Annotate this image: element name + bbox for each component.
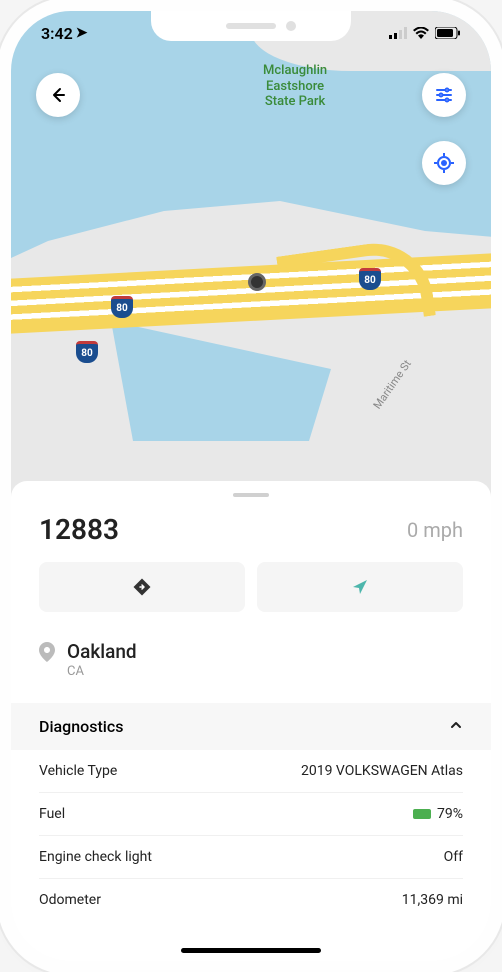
screen: 3:42 ➤ Mclaughl <box>11 11 491 961</box>
diagnostics-toggle[interactable]: Diagnostics <box>11 703 491 750</box>
diag-value: 79% <box>413 806 463 822</box>
diag-label: Vehicle Type <box>39 763 117 779</box>
diag-label: Odometer <box>39 892 101 908</box>
filter-button[interactable] <box>422 73 466 117</box>
park-label-line: Eastshore <box>263 79 327 95</box>
highway-shield-icon: 80 <box>111 296 133 318</box>
location-state: CA <box>67 664 137 679</box>
phone-frame: 3:42 ➤ Mclaughl <box>11 11 491 961</box>
speaker-grille <box>226 23 276 29</box>
sliders-icon <box>434 85 454 105</box>
front-camera <box>286 21 296 31</box>
home-indicator[interactable] <box>181 948 321 953</box>
status-time: 3:42 <box>41 24 73 43</box>
battery-icon <box>435 27 461 39</box>
arrow-left-icon <box>48 85 68 105</box>
highway-shield-icon: 80 <box>359 268 381 290</box>
vehicle-header: 12883 0 mph <box>11 513 491 562</box>
diag-label: Fuel <box>39 806 65 822</box>
vehicle-location-pin-icon <box>248 273 266 291</box>
diag-value: Off <box>444 849 463 865</box>
diag-row-engine-check: Engine check light Off <box>39 836 463 879</box>
diagnostics-title: Diagnostics <box>39 717 123 736</box>
diag-row-vehicle-type: Vehicle Type 2019 VOLKSWAGEN Atlas <box>39 750 463 793</box>
location-row: Oakland CA <box>11 640 491 703</box>
bottom-sheet[interactable]: 12883 0 mph Oakland CA <box>11 481 491 961</box>
phone-notch <box>151 11 351 41</box>
diag-label: Engine check light <box>39 849 152 865</box>
location-pin-icon <box>39 642 55 666</box>
location-text: Oakland CA <box>67 640 137 679</box>
highway-shield-icon: 80 <box>76 341 98 363</box>
diag-value: 2019 VOLKSWAGEN Atlas <box>301 763 463 779</box>
diag-row-odometer: Odometer 11,369 mi <box>39 879 463 921</box>
location-city: Oakland <box>67 640 137 663</box>
navigation-arrow-icon <box>351 578 369 596</box>
crosshair-icon <box>433 152 455 174</box>
vehicle-id: 12883 <box>39 513 119 546</box>
status-left: 3:42 ➤ <box>41 24 88 43</box>
vehicle-speed: 0 mph <box>407 518 463 542</box>
location-services-icon: ➤ <box>76 25 88 41</box>
park-label-line: Mclaughlin <box>263 63 327 79</box>
back-button[interactable] <box>36 73 80 117</box>
diag-value: 11,369 mi <box>402 892 463 908</box>
map-park-label: Mclaughlin Eastshore State Park <box>263 63 327 110</box>
park-label-line: State Park <box>263 94 327 110</box>
status-right <box>389 27 461 39</box>
diag-row-fuel: Fuel 79% <box>39 793 463 836</box>
sheet-drag-handle[interactable] <box>233 493 269 497</box>
chevron-up-icon <box>449 717 463 736</box>
fuel-percent: 79% <box>437 806 463 822</box>
map-view[interactable]: Mclaughlin Eastshore State Park Maritime… <box>11 11 491 501</box>
locate-me-button[interactable] <box>422 141 466 185</box>
navigate-button[interactable] <box>257 562 463 612</box>
directions-button[interactable] <box>39 562 245 612</box>
diagnostics-list: Vehicle Type 2019 VOLKSWAGEN Atlas Fuel … <box>11 750 491 921</box>
cellular-signal-icon <box>389 27 407 39</box>
wifi-icon <box>413 27 429 39</box>
action-buttons <box>11 562 491 640</box>
directions-icon <box>132 577 152 597</box>
fuel-level-icon <box>413 809 431 819</box>
